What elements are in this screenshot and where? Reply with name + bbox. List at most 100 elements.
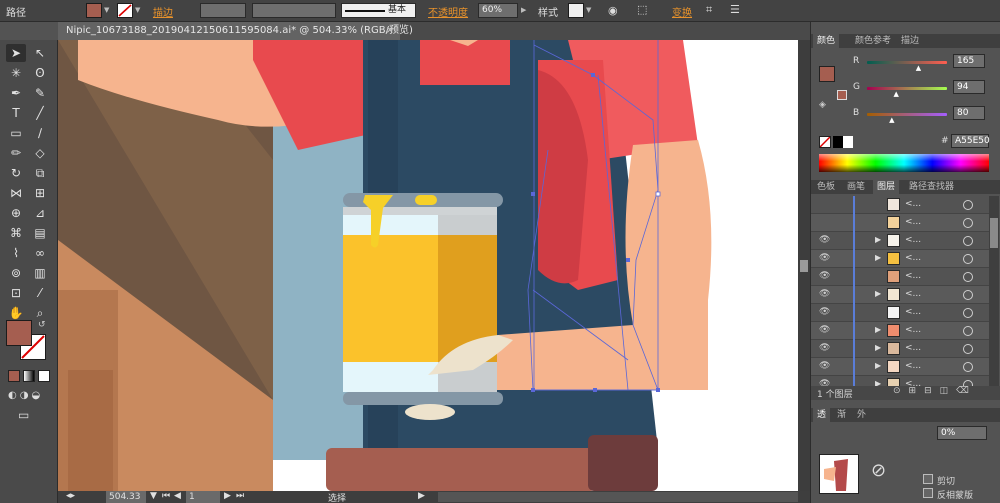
curvature-tool-icon[interactable]: ✎ (30, 84, 50, 102)
pencil-tool-icon[interactable]: ✏ (6, 144, 26, 162)
b-slider[interactable] (867, 113, 947, 116)
white-swatch[interactable] (843, 136, 853, 148)
target-circle-icon[interactable] (963, 200, 973, 210)
none-mode-icon[interactable] (38, 370, 50, 382)
stroke-weight-field[interactable] (200, 3, 246, 18)
none-color-icon[interactable] (819, 136, 831, 148)
expand-arrow-icon[interactable]: ▶ (875, 343, 881, 352)
eye-icon[interactable]: 👁 (819, 307, 830, 317)
style-swatch[interactable] (568, 3, 584, 18)
gradient-mode-icon[interactable] (23, 370, 35, 382)
rectangle-tool-icon[interactable]: ▭ (6, 124, 26, 142)
layer-row[interactable]: 👁 ▶ <... (811, 340, 989, 358)
r-slider[interactable] (867, 61, 947, 64)
fill-color-box-front[interactable] (6, 320, 32, 346)
shape-builder-tool-icon[interactable]: ⊕ (6, 204, 26, 222)
blend-tool-icon[interactable]: ∞ (30, 244, 50, 262)
tab-transparency[interactable]: 透 (813, 408, 831, 422)
anchor-point[interactable] (531, 192, 535, 196)
tab-swatches[interactable]: 色板 (813, 180, 839, 194)
slice-tool-icon[interactable]: ⁄ (30, 284, 50, 302)
recolor-icon[interactable]: ◉ (608, 4, 618, 17)
r-slider-thumb[interactable]: ▲ (916, 64, 921, 72)
status-nav-icon[interactable]: ◂▸ (66, 491, 75, 501)
brush-profile-field[interactable]: 基本 (341, 3, 416, 18)
eye-icon[interactable]: 👁 (819, 271, 830, 281)
selection-tool-icon[interactable]: ➤ (6, 44, 26, 62)
layer-row[interactable]: 👁 <... (811, 304, 989, 322)
out-of-gamut-icon[interactable]: ◈ (819, 100, 826, 110)
perspective-tool-icon[interactable]: ⊿ (30, 204, 50, 222)
hex-field[interactable]: A55E50 (951, 134, 990, 148)
eye-icon[interactable]: 👁 (819, 253, 830, 263)
eye-icon[interactable]: 👁 (819, 325, 830, 335)
anchor-point[interactable] (656, 388, 660, 392)
invert-mask-checkbox[interactable] (923, 488, 933, 498)
target-circle-icon[interactable] (963, 218, 973, 228)
layer-row[interactable]: 👁 ▶ <... (811, 358, 989, 376)
width-tool-icon[interactable]: ⋈ (6, 184, 26, 202)
b-value-field[interactable]: 80 (953, 106, 985, 120)
layers-scroll-thumb[interactable] (990, 218, 998, 248)
scale-tool-icon[interactable]: ⧉ (30, 164, 50, 182)
black-swatch[interactable] (833, 136, 843, 148)
layer-row[interactable]: 👁 ▶ <... (811, 376, 989, 386)
opacity-field[interactable]: 60% (478, 3, 518, 18)
magic-wand-tool-icon[interactable]: ✳ (6, 64, 26, 82)
expand-arrow-icon[interactable]: ▶ (875, 361, 881, 370)
transform-label[interactable]: 变换 (672, 4, 692, 19)
isolate-icon[interactable]: ⌗ (706, 3, 712, 17)
close-tab-icon[interactable]: × (386, 22, 394, 40)
status-menu-icon[interactable]: ▶ (418, 491, 425, 501)
panel-menu-icon[interactable]: ☰ (730, 3, 740, 16)
anchor-point[interactable] (655, 191, 661, 197)
vertical-scroll-thumb[interactable] (800, 260, 808, 272)
paintbrush-tool-icon[interactable]: ∕ (30, 124, 50, 142)
symbol-sprayer-tool-icon[interactable]: ⊚ (6, 264, 26, 282)
opacity-label[interactable]: 不透明度 (428, 4, 468, 19)
zoom-caret-icon[interactable]: ▼ (150, 491, 157, 501)
expand-arrow-icon[interactable]: ▶ (875, 325, 881, 334)
target-circle-icon[interactable] (963, 326, 973, 336)
artboard-field[interactable]: 1 (186, 491, 220, 503)
layer-row[interactable]: 👁 ▶ <... (811, 250, 989, 268)
g-slider[interactable] (867, 87, 947, 90)
prev-artboard-icon[interactable]: ◀ (174, 491, 181, 501)
tab-gradient[interactable]: 渐 (833, 408, 850, 422)
graph-tool-icon[interactable]: ▥ (30, 264, 50, 282)
rotate-tool-icon[interactable]: ↻ (6, 164, 26, 182)
layer-row[interactable]: 👁 ▶ <... (811, 286, 989, 304)
swap-colors-icon[interactable]: ↺ (38, 320, 46, 330)
layer-row[interactable]: <... (811, 214, 989, 232)
next-artboard-icon[interactable]: ▶ (224, 491, 231, 501)
horizontal-scrollbar[interactable] (438, 492, 798, 502)
expand-arrow-icon[interactable]: ▶ (875, 253, 881, 262)
target-circle-icon[interactable] (963, 254, 973, 264)
layer-row[interactable]: <... (811, 196, 989, 214)
tab-color-guide[interactable]: 颜色参考 (851, 34, 895, 48)
g-value-field[interactable]: 94 (953, 80, 985, 94)
eye-icon[interactable]: 👁 (819, 379, 830, 386)
free-transform-tool-icon[interactable]: ⊞ (30, 184, 50, 202)
color-spectrum[interactable] (819, 154, 989, 172)
draw-behind-icon[interactable]: ◑ (20, 390, 29, 401)
anchor-point[interactable] (626, 258, 630, 262)
tab-appearance[interactable]: 外 (853, 408, 870, 422)
color-panel-fill[interactable] (819, 66, 835, 82)
eye-icon[interactable]: 👁 (819, 361, 830, 371)
tab-color[interactable]: 颜色 (813, 34, 840, 48)
style-caret-icon[interactable]: ▼ (586, 6, 591, 14)
line-tool-icon[interactable]: ╱ (30, 104, 50, 122)
expand-arrow-icon[interactable]: ▶ (875, 289, 881, 298)
tab-brushes[interactable]: 画笔 (843, 180, 869, 194)
fill-swatch[interactable] (86, 3, 102, 18)
stroke-caret-icon[interactable]: ▼ (135, 6, 140, 14)
layers-scrollbar[interactable] (989, 196, 999, 386)
eye-icon[interactable]: 👁 (819, 289, 830, 299)
tab-pathfinder[interactable]: 路径查找器 (905, 180, 958, 194)
target-circle-icon[interactable] (963, 236, 973, 246)
clip-link-icon[interactable]: ⊘ (871, 460, 886, 481)
zoom-field[interactable]: 504.33 (106, 491, 146, 503)
stroke-swatch[interactable] (117, 3, 133, 18)
g-slider-thumb[interactable]: ▲ (894, 90, 899, 98)
